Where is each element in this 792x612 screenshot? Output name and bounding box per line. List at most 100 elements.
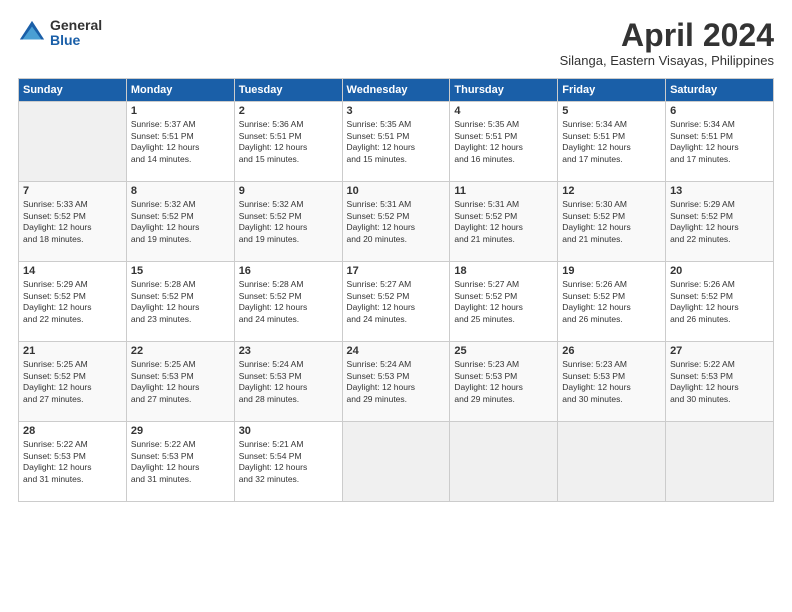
month-title: April 2024 [560,18,774,53]
day-info: Sunrise: 5:34 AM Sunset: 5:51 PM Dayligh… [670,119,769,165]
calendar-cell: 1 Sunrise: 5:37 AM Sunset: 5:51 PM Daylig… [126,102,234,182]
logo: General Blue [18,18,102,49]
calendar-cell: 11 Sunrise: 5:31 AM Sunset: 5:52 PM Dayli… [450,182,558,262]
day-number: 18 [454,265,553,277]
calendar-cell: 27 Sunrise: 5:22 AM Sunset: 5:53 PM Dayli… [666,342,774,422]
col-thursday: Thursday [450,79,558,102]
day-number: 10 [347,185,446,197]
col-friday: Friday [558,79,666,102]
calendar-cell [19,102,127,182]
day-info: Sunrise: 5:29 AM Sunset: 5:52 PM Dayligh… [23,279,122,325]
day-number: 4 [454,105,553,117]
calendar-week-row-2: 7 Sunrise: 5:33 AM Sunset: 5:52 PM Daylig… [19,182,774,262]
day-info: Sunrise: 5:23 AM Sunset: 5:53 PM Dayligh… [454,359,553,405]
day-number: 27 [670,345,769,357]
calendar-cell: 4 Sunrise: 5:35 AM Sunset: 5:51 PM Daylig… [450,102,558,182]
col-sunday: Sunday [19,79,127,102]
calendar-cell: 9Sunrise: 5:32 AM Sunset: 5:52 PM Daylig… [234,182,342,262]
calendar-cell: 26 Sunrise: 5:23 AM Sunset: 5:53 PM Dayli… [558,342,666,422]
day-number: 7 [23,185,122,197]
day-info: Sunrise: 5:22 AM Sunset: 5:53 PM Dayligh… [131,439,230,485]
day-info: Sunrise: 5:28 AM Sunset: 5:52 PM Dayligh… [239,279,338,325]
day-number: 20 [670,265,769,277]
calendar-cell: 22Sunrise: 5:25 AM Sunset: 5:53 PM Dayli… [126,342,234,422]
day-info: Sunrise: 5:25 AM Sunset: 5:52 PM Dayligh… [23,359,122,405]
day-number: 24 [347,345,446,357]
day-number: 26 [562,345,661,357]
calendar-week-row-1: 1 Sunrise: 5:37 AM Sunset: 5:51 PM Daylig… [19,102,774,182]
calendar-cell: 28Sunrise: 5:22 AM Sunset: 5:53 PM Dayli… [19,422,127,502]
day-number: 5 [562,105,661,117]
day-number: 8 [131,185,230,197]
day-number: 13 [670,185,769,197]
day-info: Sunrise: 5:33 AM Sunset: 5:52 PM Dayligh… [23,199,122,245]
calendar-cell: 15Sunrise: 5:28 AM Sunset: 5:52 PM Dayli… [126,262,234,342]
calendar-cell: 24Sunrise: 5:24 AM Sunset: 5:53 PM Dayli… [342,342,450,422]
calendar-table: Sunday Monday Tuesday Wednesday Thursday… [18,78,774,502]
day-info: Sunrise: 5:35 AM Sunset: 5:51 PM Dayligh… [347,119,446,165]
day-info: Sunrise: 5:30 AM Sunset: 5:52 PM Dayligh… [562,199,661,245]
calendar-cell: 16 Sunrise: 5:28 AM Sunset: 5:52 PM Dayli… [234,262,342,342]
day-number: 28 [23,425,122,437]
calendar-cell: 3Sunrise: 5:35 AM Sunset: 5:51 PM Daylig… [342,102,450,182]
day-number: 11 [454,185,553,197]
calendar-cell: 19 Sunrise: 5:26 AM Sunset: 5:52 PM Dayli… [558,262,666,342]
day-number: 2 [239,105,338,117]
day-number: 30 [239,425,338,437]
location-subtitle: Silanga, Eastern Visayas, Philippines [560,53,774,68]
calendar-cell: 13 Sunrise: 5:29 AM Sunset: 5:52 PM Dayli… [666,182,774,262]
day-info: Sunrise: 5:24 AM Sunset: 5:53 PM Dayligh… [239,359,338,405]
calendar-cell [666,422,774,502]
day-info: Sunrise: 5:23 AM Sunset: 5:53 PM Dayligh… [562,359,661,405]
day-info: Sunrise: 5:26 AM Sunset: 5:52 PM Dayligh… [562,279,661,325]
day-number: 1 [131,105,230,117]
calendar-cell: 17Sunrise: 5:27 AM Sunset: 5:52 PM Dayli… [342,262,450,342]
col-monday: Monday [126,79,234,102]
calendar-cell: 8 Sunrise: 5:32 AM Sunset: 5:52 PM Daylig… [126,182,234,262]
day-info: Sunrise: 5:27 AM Sunset: 5:52 PM Dayligh… [347,279,446,325]
day-info: Sunrise: 5:26 AM Sunset: 5:52 PM Dayligh… [670,279,769,325]
col-wednesday: Wednesday [342,79,450,102]
day-info: Sunrise: 5:21 AM Sunset: 5:54 PM Dayligh… [239,439,338,485]
logo-text: General Blue [50,18,102,49]
day-info: Sunrise: 5:35 AM Sunset: 5:51 PM Dayligh… [454,119,553,165]
calendar-week-row-3: 14 Sunrise: 5:29 AM Sunset: 5:52 PM Dayli… [19,262,774,342]
day-number: 16 [239,265,338,277]
calendar-week-row-5: 28 Sunrise: 5:22 AM Sunset: 5:53 PM Dayli… [19,422,774,502]
day-number: 14 [23,265,122,277]
logo-general-text: General [50,18,102,33]
calendar-cell: 21Sunrise: 5:25 AM Sunset: 5:52 PM Dayli… [19,342,127,422]
day-number: 6 [670,105,769,117]
day-number: 19 [562,265,661,277]
calendar-cell [450,422,558,502]
calendar-cell: 2Sunrise: 5:36 AM Sunset: 5:51 PM Daylig… [234,102,342,182]
day-number: 22 [131,345,230,357]
day-info: Sunrise: 5:27 AM Sunset: 5:52 PM Dayligh… [454,279,553,325]
header: General Blue April 2024 Silanga, Eastern… [18,18,774,68]
logo-blue-text: Blue [50,33,102,48]
day-number: 25 [454,345,553,357]
day-info: Sunrise: 5:31 AM Sunset: 5:52 PM Dayligh… [347,199,446,245]
calendar-cell: 25 Sunrise: 5:23 AM Sunset: 5:53 PM Dayli… [450,342,558,422]
calendar-week-row-4: 21Sunrise: 5:25 AM Sunset: 5:52 PM Dayli… [19,342,774,422]
day-info: Sunrise: 5:31 AM Sunset: 5:52 PM Dayligh… [454,199,553,245]
calendar-cell: 29 Sunrise: 5:22 AM Sunset: 5:53 PM Dayli… [126,422,234,502]
day-info: Sunrise: 5:28 AM Sunset: 5:52 PM Dayligh… [131,279,230,325]
calendar-cell: 14 Sunrise: 5:29 AM Sunset: 5:52 PM Dayli… [19,262,127,342]
day-info: Sunrise: 5:22 AM Sunset: 5:53 PM Dayligh… [670,359,769,405]
calendar-cell: 18 Sunrise: 5:27 AM Sunset: 5:52 PM Dayli… [450,262,558,342]
day-info: Sunrise: 5:32 AM Sunset: 5:52 PM Dayligh… [131,199,230,245]
day-info: Sunrise: 5:32 AM Sunset: 5:52 PM Dayligh… [239,199,338,245]
calendar-cell: 23 Sunrise: 5:24 AM Sunset: 5:53 PM Dayli… [234,342,342,422]
day-number: 23 [239,345,338,357]
calendar-cell: 12 Sunrise: 5:30 AM Sunset: 5:52 PM Dayli… [558,182,666,262]
day-info: Sunrise: 5:34 AM Sunset: 5:51 PM Dayligh… [562,119,661,165]
col-saturday: Saturday [666,79,774,102]
calendar-cell: 10 Sunrise: 5:31 AM Sunset: 5:52 PM Dayli… [342,182,450,262]
day-number: 12 [562,185,661,197]
calendar-cell: 7 Sunrise: 5:33 AM Sunset: 5:52 PM Daylig… [19,182,127,262]
day-info: Sunrise: 5:29 AM Sunset: 5:52 PM Dayligh… [670,199,769,245]
day-number: 29 [131,425,230,437]
day-info: Sunrise: 5:37 AM Sunset: 5:51 PM Dayligh… [131,119,230,165]
page: General Blue April 2024 Silanga, Eastern… [0,0,792,612]
